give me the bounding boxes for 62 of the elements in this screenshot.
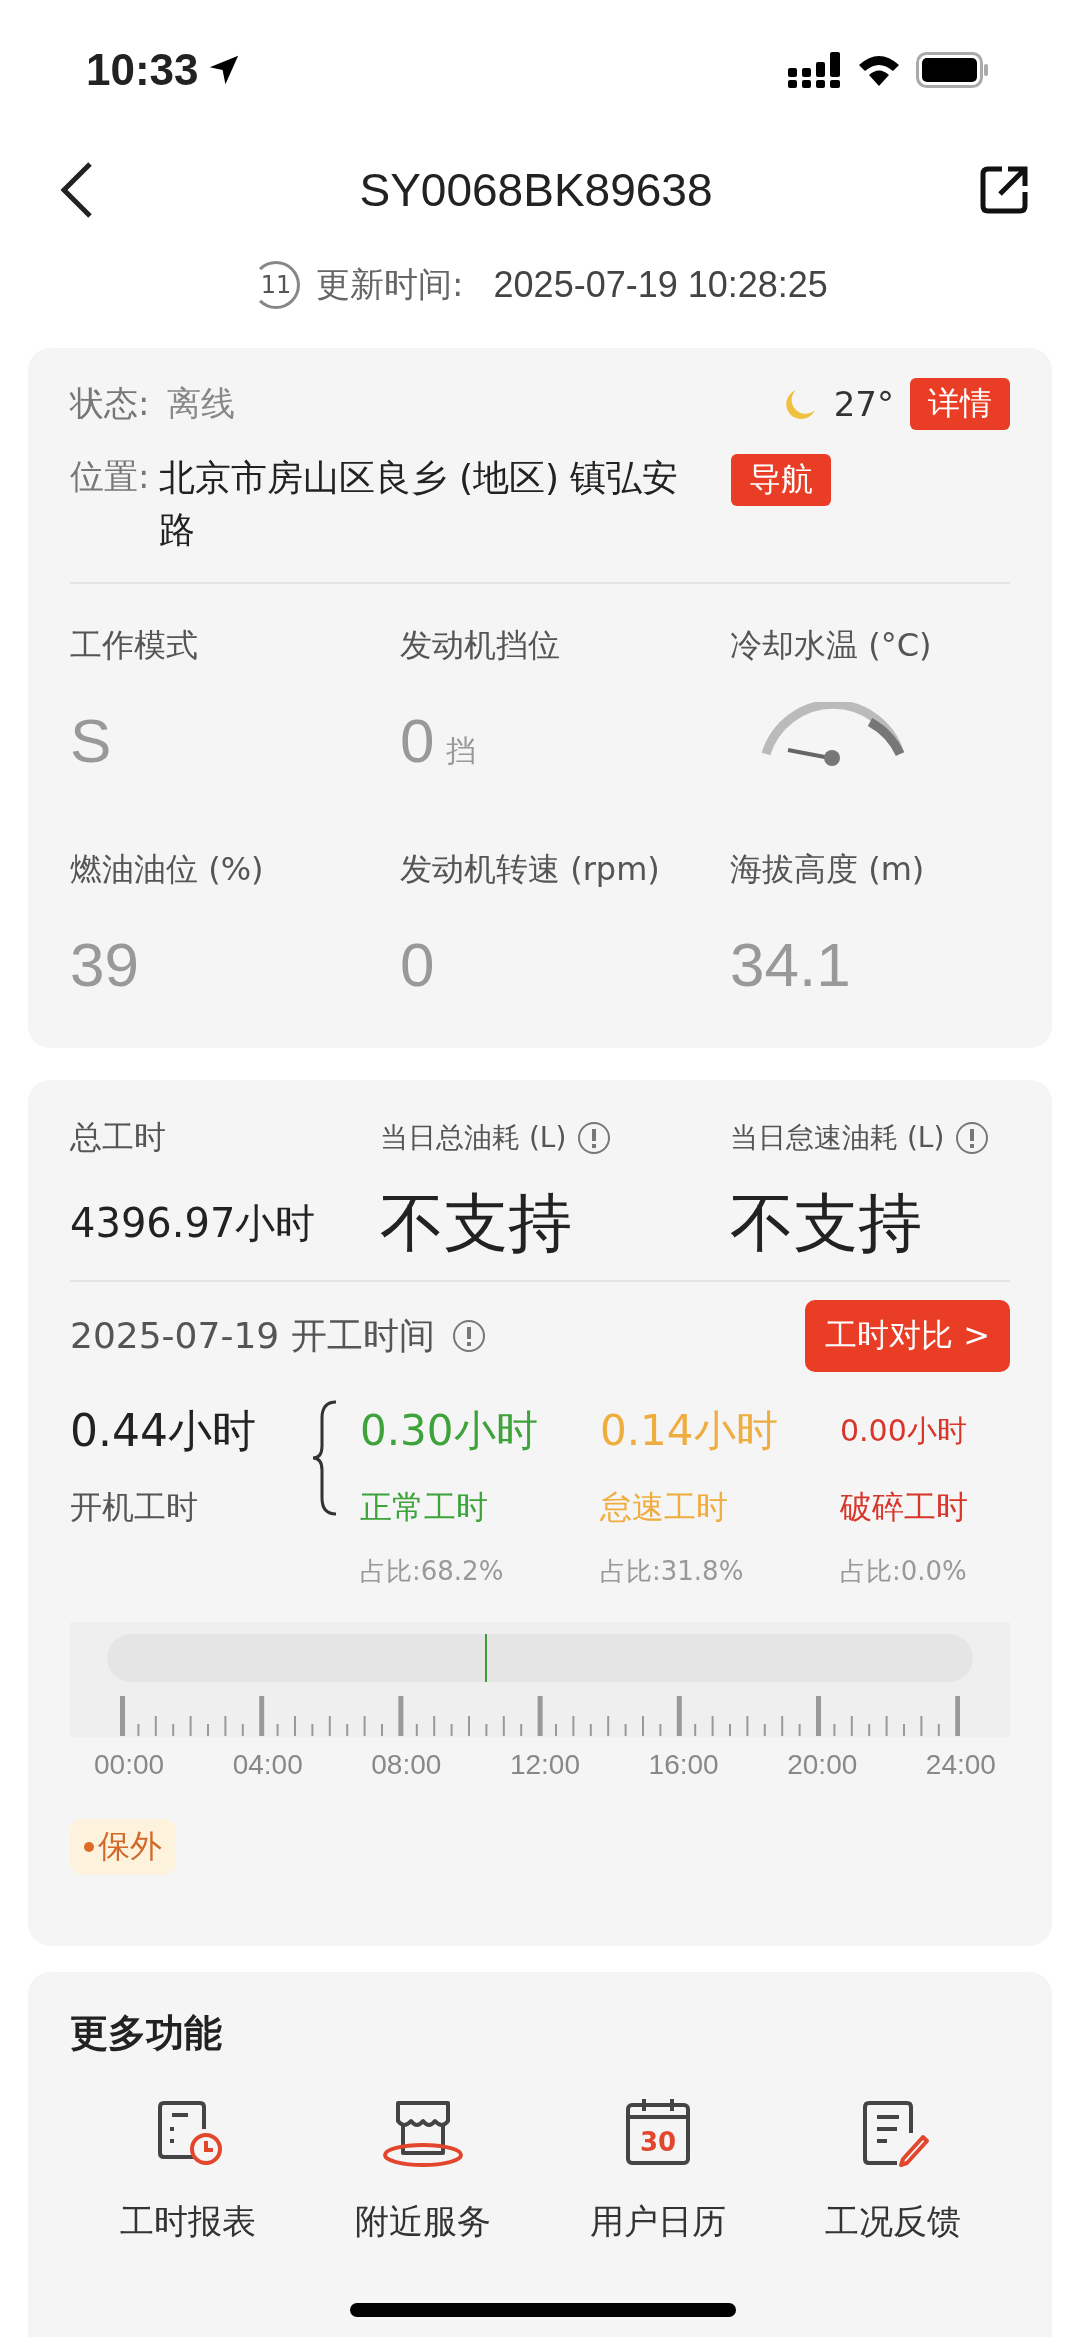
feature-item[interactable]: 工时报表 <box>70 2093 305 2245</box>
time-tick-label: 08:00 <box>371 1749 442 1781</box>
time-tick-label: 04:00 <box>232 1749 303 1781</box>
metric-value: 39 <box>70 934 139 996</box>
navigate-button[interactable]: 导航 <box>731 454 832 506</box>
share-percentage: 占比:31.8% <box>600 1555 744 1588</box>
hours-value: 0.30小时 <box>360 1405 538 1457</box>
metric-label: 冷却水温 (°C) <box>730 625 933 666</box>
share-percentage: 占比:68.2% <box>360 1555 504 1588</box>
info-icon[interactable] <box>578 1122 611 1154</box>
info-icon[interactable] <box>956 1122 989 1154</box>
update-time: 2025-07-19 10:28:25 <box>493 264 828 306</box>
hours-type-label: 正常工时 <box>360 1487 488 1528</box>
metric-value: 0 <box>400 710 435 772</box>
share-icon[interactable] <box>978 164 1030 216</box>
date-title: 2025-07-19 开工时间 <box>70 1313 435 1358</box>
metric-value: 34.1 <box>730 934 851 996</box>
metric-label: 燃油油位 (%) <box>70 849 265 890</box>
hours-value: 0.00小时 <box>840 1412 967 1450</box>
temperature: 27° <box>833 384 894 424</box>
feature-item[interactable]: 附近服务 <box>305 2093 540 2245</box>
back-icon[interactable] <box>58 160 94 220</box>
metric-label: 工作模式 <box>70 625 199 666</box>
share-percentage: 占比:0.0% <box>840 1555 967 1588</box>
location-address: 北京市房山区良乡 (地区) 镇弘安路 <box>159 456 680 552</box>
total-hours-label: 开机工时 <box>70 1487 199 1528</box>
metric-value: S <box>70 710 112 772</box>
time-tick-label: 16:00 <box>648 1749 719 1781</box>
feature-item[interactable]: 30 用户日历 <box>540 2093 775 2245</box>
feature-item[interactable]: 工况反馈 <box>775 2093 1010 2245</box>
location-label: 位置: <box>70 455 150 498</box>
signal-icon <box>788 52 842 88</box>
stat-value: 不支持 <box>380 1188 573 1258</box>
time-tick-label: 24:00 <box>925 1749 996 1781</box>
info-icon[interactable] <box>452 1320 485 1352</box>
status-label: 状态: <box>70 382 150 425</box>
stat-label: 当日怠速油耗 (L) <box>730 1120 945 1156</box>
status-value: 离线 <box>167 382 236 425</box>
status-time: 10:33 <box>86 45 199 95</box>
hours-type-label: 怠速工时 <box>600 1487 728 1528</box>
total-hours: 0.44小时 <box>70 1404 257 1458</box>
metric-label: 海拔高度 (m) <box>730 849 926 890</box>
update-label: 更新时间: <box>316 263 464 306</box>
stat-value: 4396.97小时 <box>70 1199 317 1248</box>
battery-icon <box>916 52 990 88</box>
stat-label: 当日总油耗 (L) <box>380 1120 567 1156</box>
metric-value: 0 <box>400 934 435 996</box>
section-title: 更多功能 <box>70 2010 223 2057</box>
time-tick-label: 00:00 <box>94 1749 165 1781</box>
hours-type-label: 破碎工时 <box>840 1487 968 1528</box>
time-tick-label: 20:00 <box>787 1749 858 1781</box>
details-button[interactable]: 详情 <box>910 378 1010 430</box>
compare-button[interactable]: 工时对比 > <box>805 1300 1010 1372</box>
metric-unit: 挡 <box>446 732 477 770</box>
warranty-tag: 保外 <box>70 1819 176 1875</box>
page-title: SY0068BK89638 <box>359 163 713 217</box>
metric-label: 发动机转速 (rpm) <box>400 849 661 890</box>
stat-label: 总工时 <box>70 1117 166 1158</box>
time-tick-label: 12:00 <box>509 1749 580 1781</box>
stat-value: 不支持 <box>730 1188 923 1258</box>
hours-value: 0.14小时 <box>600 1405 778 1457</box>
metric-label: 发动机挡位 <box>400 625 561 666</box>
